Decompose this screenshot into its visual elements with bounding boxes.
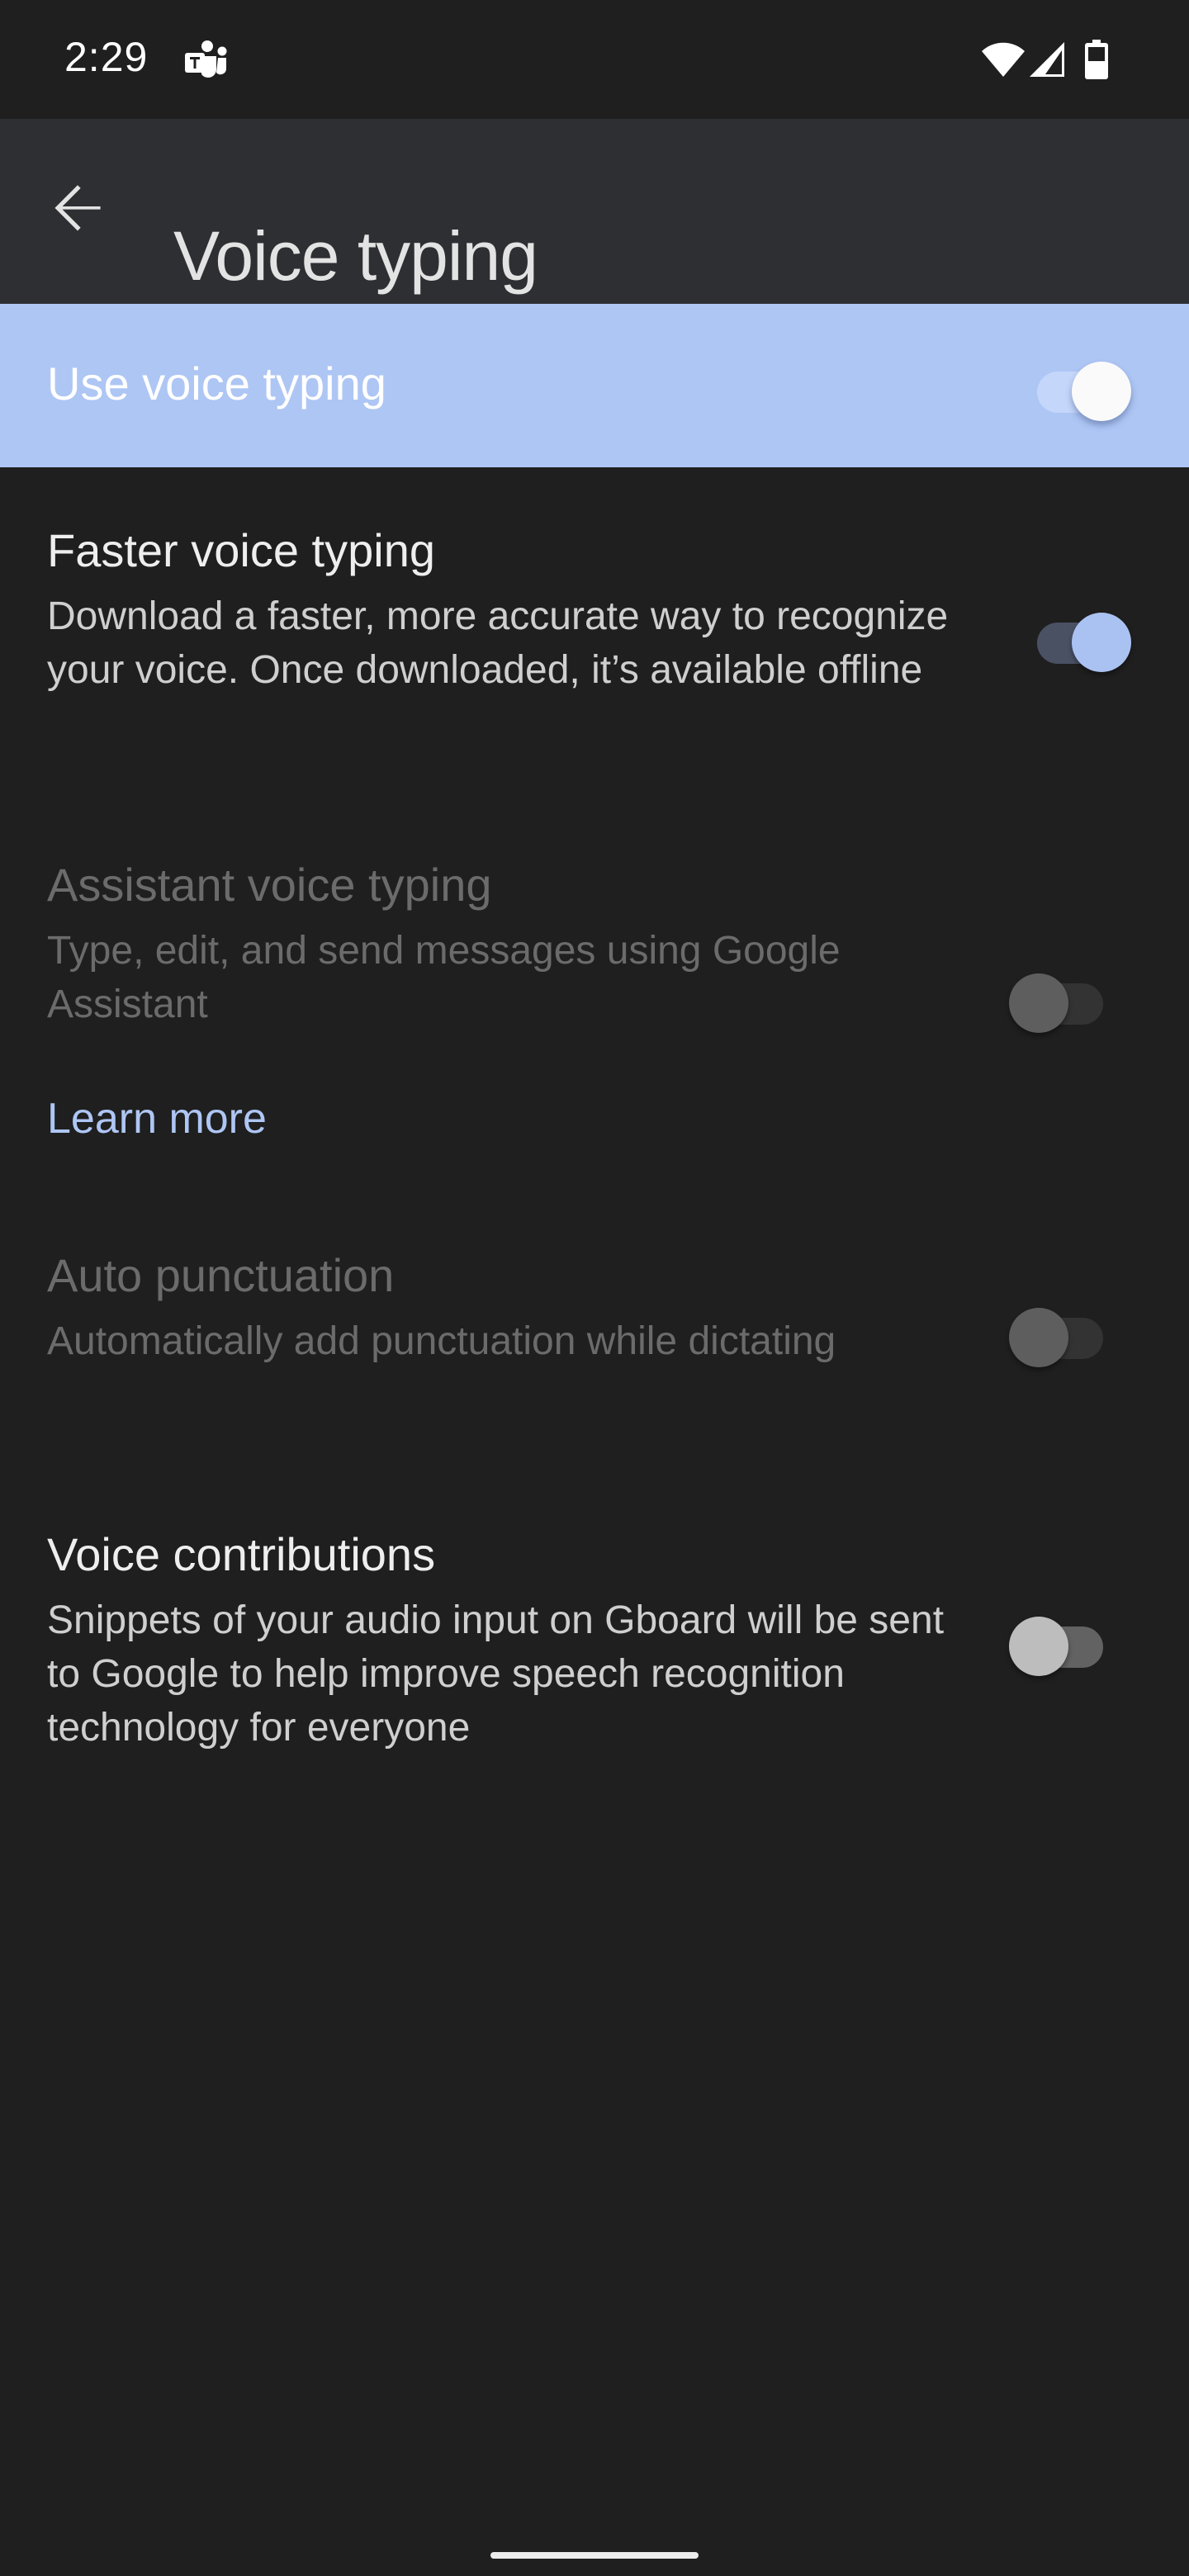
- pref-title: Auto punctuation: [47, 1249, 395, 1301]
- use-voice-typing-label: Use voice typing: [47, 358, 386, 410]
- battery-icon: [1085, 40, 1108, 79]
- pref-description: Automatically add punctuation while dict…: [47, 1319, 836, 1363]
- signal-icon: [1030, 42, 1064, 77]
- toggle-thumb: [1009, 1617, 1068, 1676]
- toggle-thumb: [1072, 613, 1131, 672]
- back-button[interactable]: [41, 168, 121, 248]
- wifi-icon: [982, 42, 1025, 77]
- gesture-nav-handle[interactable]: [490, 2552, 699, 2559]
- arrow-back-icon: [54, 185, 101, 231]
- auto-punctuation-toggle[interactable]: [1009, 1298, 1108, 1367]
- pref-assistant-voice-typing[interactable]: Assistant voice typing Type, edit, and s…: [0, 856, 1189, 1046]
- pref-title: Assistant voice typing: [47, 859, 492, 911]
- pref-description: Download a faster, more accurate way to …: [47, 594, 949, 692]
- pref-auto-punctuation[interactable]: Auto punctuation Automatically add punct…: [0, 1247, 1189, 1437]
- pref-description: Snippets of your audio input on Gboard w…: [47, 1598, 945, 1750]
- status-time: 2:29: [64, 34, 149, 80]
- toggle-thumb: [1072, 362, 1131, 421]
- teams-icon: [185, 40, 227, 78]
- faster-voice-typing-toggle[interactable]: [1029, 603, 1131, 672]
- pref-faster-voice-typing[interactable]: Faster voice typing Download a faster, m…: [0, 522, 1189, 769]
- app-bar: Voice typing: [0, 119, 1189, 304]
- learn-more-link[interactable]: Learn more: [47, 1090, 267, 1148]
- pref-title: Voice contributions: [47, 1528, 436, 1580]
- voice-contributions-toggle[interactable]: [1009, 1607, 1108, 1676]
- status-bar: 2:29: [0, 0, 1189, 119]
- pref-voice-contributions[interactable]: Voice contributions Snippets of your aud…: [0, 1526, 1189, 1773]
- assistant-voice-typing-toggle[interactable]: [1009, 964, 1108, 1033]
- page-title: Voice typing: [173, 217, 538, 296]
- pref-title: Faster voice typing: [47, 524, 435, 576]
- toggle-thumb: [1009, 1308, 1068, 1367]
- use-voice-typing-toggle[interactable]: [1029, 352, 1131, 421]
- pref-description: Type, edit, and send messages using Goog…: [47, 929, 841, 1026]
- use-voice-typing-row[interactable]: Use voice typing: [0, 304, 1189, 467]
- toggle-thumb: [1009, 973, 1068, 1033]
